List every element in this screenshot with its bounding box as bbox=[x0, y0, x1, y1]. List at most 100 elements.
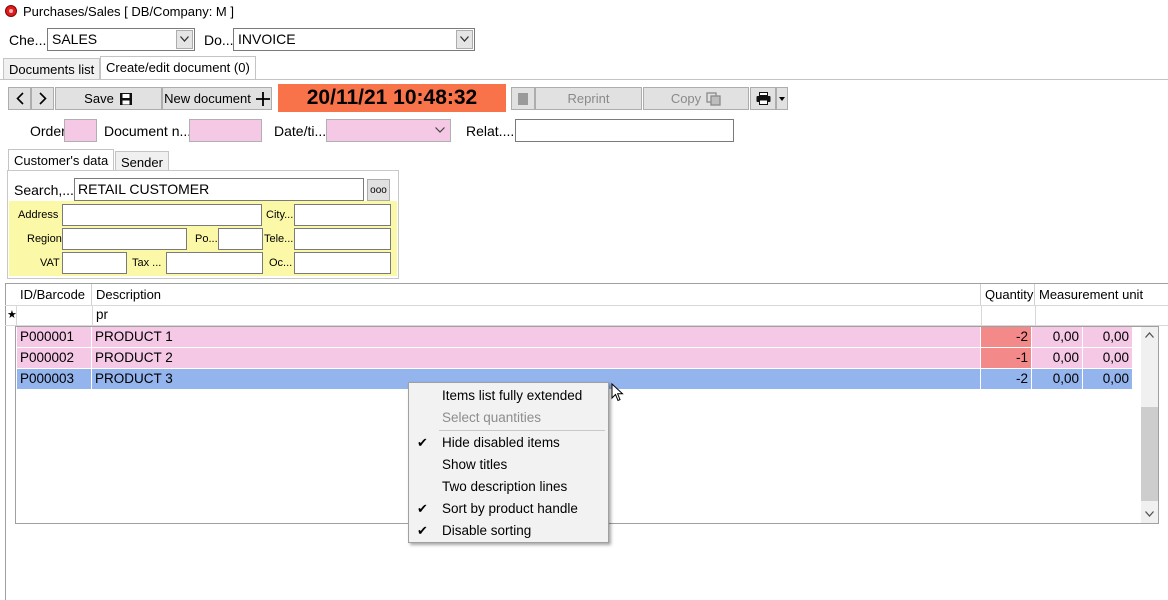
telephone-field[interactable] bbox=[294, 228, 391, 250]
previous-button[interactable] bbox=[8, 87, 31, 110]
plus-icon bbox=[255, 91, 270, 106]
city-label: City... bbox=[266, 209, 294, 221]
address-field[interactable] bbox=[62, 204, 262, 226]
column-header-measurement-unit[interactable]: Measurement unit bbox=[1035, 284, 1168, 305]
reprint-button[interactable]: Reprint bbox=[535, 87, 642, 110]
address-label: Address bbox=[18, 209, 59, 221]
document-number-label: Document n... bbox=[104, 123, 192, 139]
document-number-field[interactable] bbox=[189, 119, 262, 142]
check-combo[interactable]: SALES bbox=[47, 28, 195, 51]
scroll-down-icon[interactable] bbox=[1145, 511, 1154, 517]
row-description: PRODUCT 2 bbox=[92, 348, 981, 368]
tab-sender[interactable]: Sender bbox=[115, 151, 169, 171]
postal-code-field[interactable] bbox=[218, 228, 263, 250]
region-label: Region bbox=[27, 233, 62, 245]
row-id: P000001 bbox=[17, 327, 92, 347]
column-header-quantity[interactable]: Quantity bbox=[981, 284, 1035, 305]
doc-type-combo-value: INVOICE bbox=[238, 31, 296, 47]
save-button[interactable]: Save bbox=[55, 87, 162, 110]
order-label: Order bbox=[30, 123, 66, 139]
chevron-down-icon[interactable] bbox=[176, 30, 193, 49]
customer-search-input[interactable]: RETAIL CUSTOMER bbox=[74, 178, 364, 201]
context-menu: Items list fully extended Select quantit… bbox=[408, 382, 609, 543]
new-document-label: New document bbox=[164, 91, 251, 106]
customer-lookup-button[interactable]: ooo bbox=[367, 179, 390, 201]
chevron-left-icon bbox=[15, 92, 24, 105]
related-field[interactable] bbox=[515, 119, 734, 142]
doc-type-label: Do... bbox=[204, 32, 234, 48]
check-combo-value: SALES bbox=[52, 31, 98, 47]
copy-button-label: Copy bbox=[670, 91, 702, 106]
floppy-disk-icon bbox=[119, 92, 132, 105]
row-value: 0,00 bbox=[1083, 369, 1133, 389]
tab-customer-data[interactable]: Customer's data bbox=[8, 149, 115, 171]
menu-item-two-description-lines[interactable]: Two description lines bbox=[409, 476, 608, 498]
menu-item-label: Show titles bbox=[442, 457, 508, 472]
document-icon bbox=[518, 92, 528, 105]
menu-item-label: Sort by product handle bbox=[442, 501, 578, 516]
mouse-cursor-icon bbox=[611, 383, 624, 402]
menu-item-sort-by-product-handle[interactable]: ✔ Sort by product handle bbox=[409, 498, 608, 520]
table-row[interactable]: P000001 PRODUCT 1 -2 0,00 0,00 bbox=[17, 327, 1133, 347]
document-icon-button[interactable] bbox=[511, 87, 535, 110]
city-field[interactable] bbox=[294, 204, 391, 226]
order-field[interactable] bbox=[64, 119, 97, 142]
occupation-field[interactable] bbox=[294, 252, 391, 274]
menu-item-show-titles[interactable]: Show titles bbox=[409, 454, 608, 476]
tax-office-field[interactable] bbox=[166, 252, 263, 274]
row-quantity: -1 bbox=[981, 348, 1032, 368]
menu-item-disable-sorting[interactable]: ✔ Disable sorting bbox=[409, 520, 608, 542]
menu-item-label: Items list fully extended bbox=[442, 388, 583, 403]
menu-item-items-list-fully-extended[interactable]: Items list fully extended bbox=[409, 385, 608, 407]
customer-tab-divider bbox=[7, 170, 399, 171]
scroll-up-icon[interactable] bbox=[1145, 332, 1154, 338]
chevron-down-icon[interactable] bbox=[456, 30, 473, 49]
menu-item-select-quantities[interactable]: Select quantities bbox=[409, 407, 608, 429]
app-icon bbox=[5, 5, 17, 17]
printer-icon bbox=[756, 92, 770, 105]
checkmark-icon: ✔ bbox=[417, 501, 428, 516]
row-quantity: -2 bbox=[981, 327, 1032, 347]
column-header-id[interactable]: ID/Barcode bbox=[16, 284, 92, 305]
save-button-label: Save bbox=[84, 91, 114, 106]
menu-item-label: Two description lines bbox=[442, 479, 568, 494]
items-scrollbar[interactable] bbox=[1141, 327, 1158, 523]
next-button[interactable] bbox=[31, 87, 54, 110]
menu-item-hide-disabled-items[interactable]: ✔ Hide disabled items bbox=[409, 432, 608, 454]
menu-item-label: Disable sorting bbox=[442, 523, 532, 538]
print-button[interactable] bbox=[750, 87, 776, 110]
tab-documents-list[interactable]: Documents list bbox=[3, 58, 101, 79]
caret-down-icon bbox=[779, 96, 785, 101]
new-document-button[interactable]: New document bbox=[162, 87, 272, 110]
postal-code-label: Po... bbox=[195, 233, 218, 245]
chevron-right-icon bbox=[38, 92, 47, 105]
row-value: 0,00 bbox=[1083, 327, 1133, 347]
description-filter-input[interactable]: pr bbox=[93, 306, 980, 325]
checkmark-icon: ✔ bbox=[417, 523, 428, 538]
menu-item-label: Hide disabled items bbox=[442, 435, 560, 450]
column-header-description[interactable]: Description bbox=[92, 284, 981, 305]
tax-office-label: Tax ... bbox=[132, 257, 162, 269]
vat-label: VAT bbox=[40, 257, 60, 269]
copy-icon bbox=[706, 91, 721, 106]
row-value: 0,00 bbox=[1032, 348, 1083, 368]
check-label: Che... bbox=[9, 32, 47, 48]
row-id: P000003 bbox=[17, 369, 92, 389]
tab-divider bbox=[0, 79, 1168, 80]
copy-button[interactable]: Copy bbox=[643, 87, 749, 110]
row-description: PRODUCT 1 bbox=[92, 327, 981, 347]
table-row[interactable]: P000002 PRODUCT 2 -1 0,00 0,00 bbox=[17, 348, 1133, 368]
vat-field[interactable] bbox=[62, 252, 127, 274]
tab-create-edit-document[interactable]: Create/edit document (0) bbox=[100, 56, 256, 80]
checkmark-icon: ✔ bbox=[417, 435, 428, 450]
print-options-button[interactable] bbox=[776, 87, 788, 110]
date-time-picker[interactable] bbox=[326, 119, 451, 142]
doc-type-combo[interactable]: INVOICE bbox=[233, 28, 475, 51]
scrollbar-thumb[interactable] bbox=[1141, 407, 1158, 501]
region-field[interactable] bbox=[62, 228, 187, 250]
date-time-display: 20/11/21 10:48:32 bbox=[278, 84, 506, 112]
chevron-down-icon[interactable] bbox=[435, 127, 445, 133]
row-value: 0,00 bbox=[1032, 369, 1083, 389]
row-value: 0,00 bbox=[1083, 348, 1133, 368]
related-label: Relat.... bbox=[466, 123, 515, 139]
